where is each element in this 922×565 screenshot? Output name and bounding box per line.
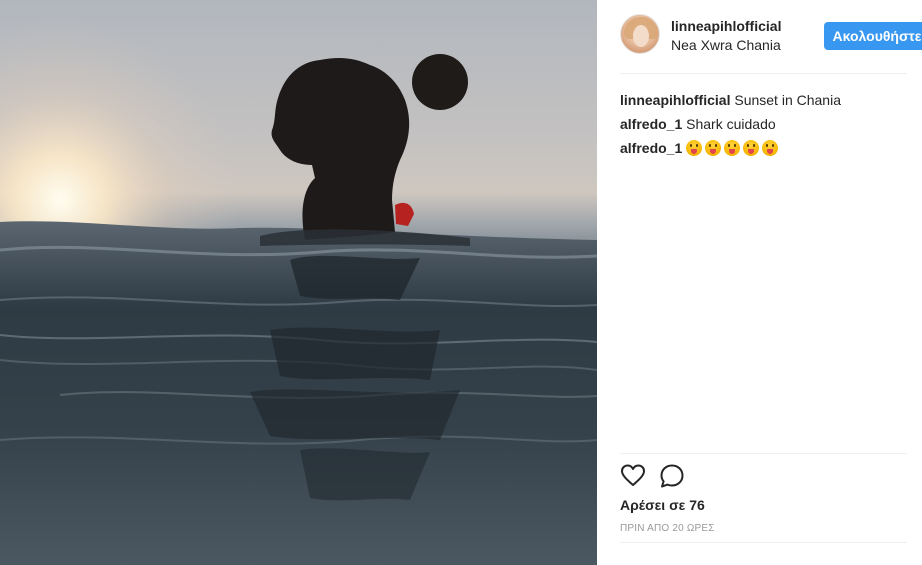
post-sidebar: linneapihlofficial Nea Xwra Chania Ακολο… [597,0,922,565]
header-location[interactable]: Nea Xwra Chania [671,37,781,53]
header-username[interactable]: linneapihlofficial [671,18,781,34]
likes-count[interactable]: Αρέσει σε 76 [620,497,705,513]
avatar-face [633,25,649,47]
comment-text: Shark cuidado [686,116,776,132]
post-actions [620,463,907,489]
tongue-out-emoji [762,140,779,156]
tongue-out-emoji [743,140,760,156]
footer-divider [620,542,907,543]
post-header: linneapihlofficial Nea Xwra Chania Ακολο… [620,14,922,58]
post-photo[interactable] [0,0,597,565]
comment-item: alfredo_1 Shark cuidado [620,112,907,136]
tongue-out-emoji [686,140,703,156]
comment-author[interactable]: alfredo_1 [620,116,682,132]
comment-text: Sunset in Chania [734,92,841,108]
tongue-out-emoji [705,140,722,156]
comment-item: linneapihlofficial Sunset in Chania [620,88,907,112]
comment-bubble-icon[interactable] [659,463,685,489]
photo-scene [0,0,597,565]
comment-author[interactable]: linneapihlofficial [620,92,730,108]
comment-item: alfredo_1 [620,136,907,160]
comments-list: linneapihlofficial Sunset in Chania alfr… [620,88,907,160]
post-timestamp: ΠΡΙΝ ΑΠΟ 20 ΩΡΕΣ [620,523,715,534]
emoji-row [686,140,781,156]
tongue-out-emoji [724,140,741,156]
heart-icon[interactable] [620,463,646,489]
avatar[interactable] [620,14,660,54]
comment-author[interactable]: alfredo_1 [620,140,682,156]
header-divider [620,73,907,74]
actions-divider [620,453,907,454]
follow-button[interactable]: Ακολουθήστε [824,22,922,50]
